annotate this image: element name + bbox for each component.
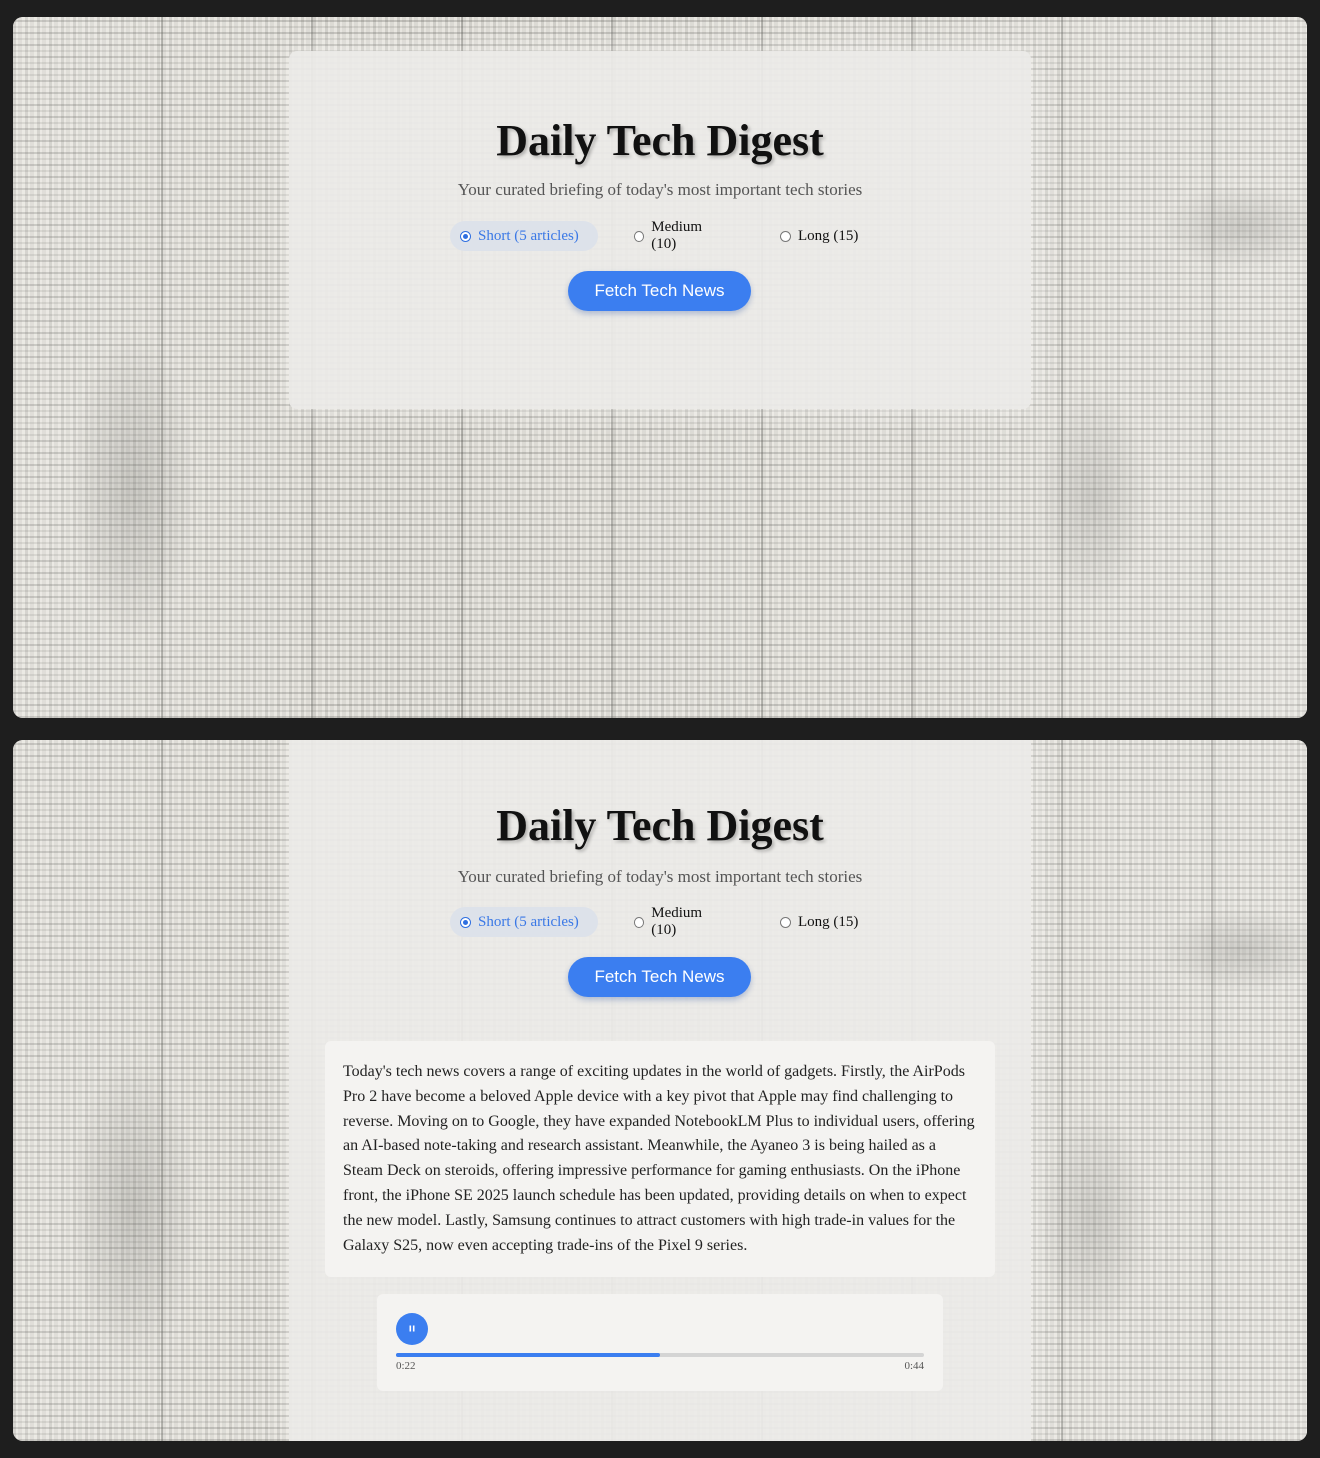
page-subtitle: Your curated briefing of today's most im… xyxy=(457,867,863,886)
option-long[interactable]: Long (15) xyxy=(770,221,870,251)
page-title: Daily Tech Digest xyxy=(496,116,824,165)
radio-icon[interactable] xyxy=(460,916,471,928)
page-subtitle: Your curated briefing of today's most im… xyxy=(457,180,863,199)
radio-icon[interactable] xyxy=(634,230,645,242)
length-options: Short (5 articles) Medium (10) Long (15) xyxy=(289,219,1031,252)
fetch-news-button[interactable]: Fetch Tech News xyxy=(568,271,751,311)
progress-fill xyxy=(396,1353,660,1357)
option-label: Medium (10) xyxy=(651,219,703,252)
main-card: Daily Tech Digest Your curated briefing … xyxy=(289,51,1031,409)
main-card: Daily Tech Digest Your curated briefing … xyxy=(289,740,1031,1441)
option-medium[interactable]: Medium (10) xyxy=(624,219,734,252)
page-title: Daily Tech Digest xyxy=(496,801,824,850)
news-summary: Today's tech news covers a range of exci… xyxy=(325,1041,995,1277)
fetch-news-button[interactable]: Fetch Tech News xyxy=(568,957,751,997)
radio-icon[interactable] xyxy=(780,230,791,242)
option-label: Short (5 articles) xyxy=(478,913,579,930)
radio-icon[interactable] xyxy=(634,916,645,928)
option-label: Medium (10) xyxy=(651,905,703,938)
option-label: Long (15) xyxy=(798,913,859,930)
length-options: Short (5 articles) Medium (10) Long (15) xyxy=(289,905,1031,938)
option-short[interactable]: Short (5 articles) xyxy=(450,221,598,251)
option-label: Long (15) xyxy=(798,227,859,244)
current-time: 0:22 xyxy=(396,1360,416,1372)
pause-icon xyxy=(409,1325,415,1332)
progress-bar[interactable] xyxy=(396,1353,924,1357)
radio-icon[interactable] xyxy=(780,916,791,928)
audio-player: 0:22 0:44 xyxy=(377,1294,943,1391)
option-medium[interactable]: Medium (10) xyxy=(624,905,734,938)
option-label: Short (5 articles) xyxy=(478,227,579,244)
option-short[interactable]: Short (5 articles) xyxy=(450,907,598,937)
radio-icon[interactable] xyxy=(460,230,471,242)
screen-initial: Daily Tech Digest Your curated briefing … xyxy=(13,17,1307,718)
pause-button[interactable] xyxy=(396,1313,428,1345)
screen-results: Daily Tech Digest Your curated briefing … xyxy=(13,740,1307,1441)
option-long[interactable]: Long (15) xyxy=(770,907,870,937)
duration: 0:44 xyxy=(904,1360,924,1372)
